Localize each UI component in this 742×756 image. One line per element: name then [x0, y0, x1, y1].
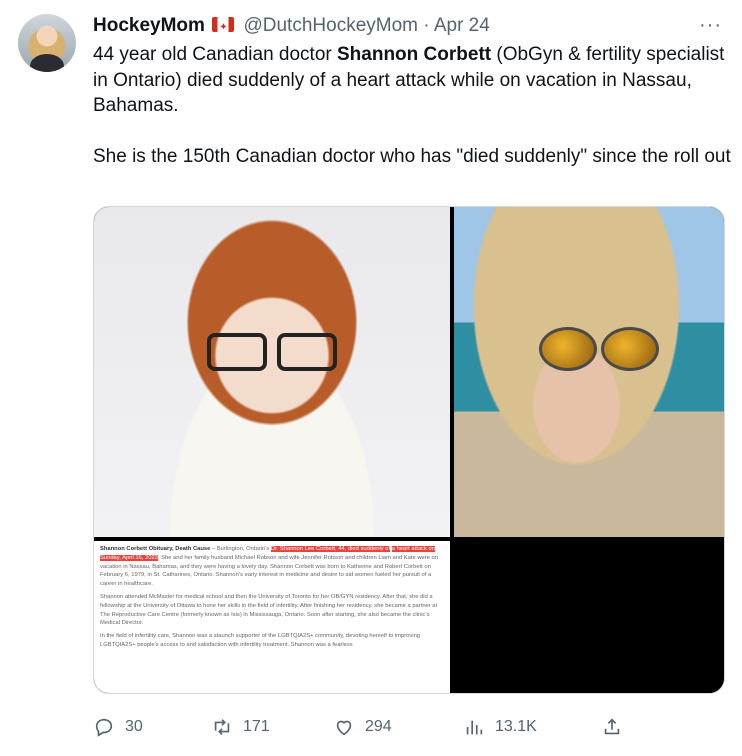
tweet-text: 44 year old Canadian doctor Shannon Corb…: [93, 42, 733, 170]
views-count: 13.1K: [495, 718, 537, 735]
avatar[interactable]: [18, 14, 76, 72]
article-title: Shannon Corbett Obituary, Death Cause: [100, 546, 211, 552]
like-button[interactable]: 294: [333, 716, 392, 738]
article-lead: – Burlington, Ontario’s: [210, 546, 271, 552]
tweet-text-part1: 44 year old Canadian doctor: [93, 44, 337, 65]
article-paragraph-3: In the field of infertility care, Shanno…: [100, 633, 421, 648]
author-name[interactable]: HockeyMom: [93, 15, 205, 36]
article-highlight-1: Dr. Shannon Lee Corbett, 44, died sudden…: [270, 546, 391, 552]
media-grid: Shannon Corbett Obituary, Death Cause – …: [93, 206, 725, 694]
like-count: 294: [365, 718, 392, 735]
like-icon: [336, 720, 352, 736]
views-button[interactable]: 13.1K: [463, 716, 537, 738]
reply-button[interactable]: 30: [93, 716, 143, 738]
tweet-date[interactable]: Apr 24: [434, 15, 490, 36]
share-icon: [604, 718, 620, 735]
canada-flag-icon: [212, 16, 235, 40]
share-button[interactable]: [601, 716, 623, 738]
portrait-photo[interactable]: [94, 207, 450, 537]
beach-photo[interactable]: [454, 207, 724, 537]
empty-media-area: [454, 541, 724, 693]
sunglasses-shape: [539, 327, 659, 371]
separator: ·: [423, 15, 430, 36]
reply-count: 30: [125, 718, 143, 735]
glasses-shape: [207, 333, 337, 371]
author-handle[interactable]: @DutchHockeyMom: [243, 15, 418, 36]
retweet-icon: [214, 719, 230, 735]
action-bar: 30 171 294 13.1K: [93, 716, 725, 740]
tweet-text-bold: Shannon Corbett: [337, 44, 492, 65]
reply-icon: [95, 718, 113, 737]
views-icon: [466, 720, 483, 735]
obituary-screenshot[interactable]: Shannon Corbett Obituary, Death Cause – …: [94, 541, 450, 693]
retweet-button[interactable]: 171: [211, 716, 270, 738]
article-paragraph-2: Shannon attended McMaster for medical sc…: [100, 593, 438, 627]
more-icon[interactable]: ···: [699, 14, 722, 37]
retweet-count: 171: [243, 718, 270, 735]
tweet-header: HockeyMom @DutchHockeyMom · Apr 24: [93, 14, 490, 40]
